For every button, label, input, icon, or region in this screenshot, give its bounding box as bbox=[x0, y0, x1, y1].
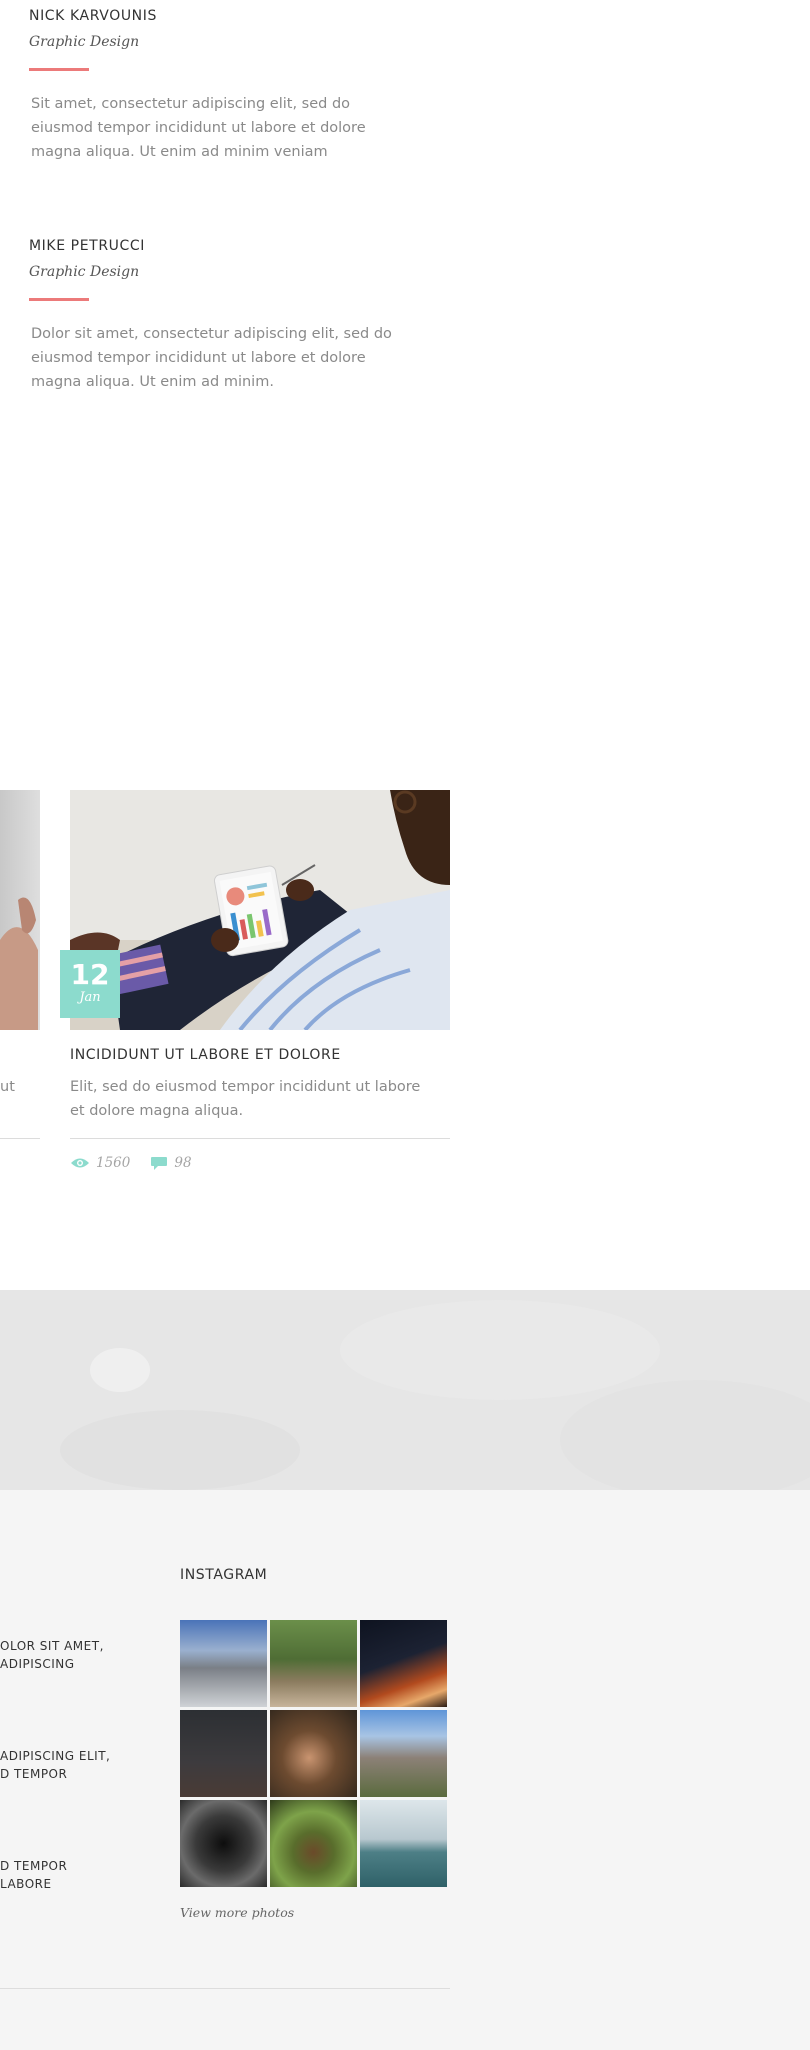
instagram-photo[interactable] bbox=[360, 1710, 447, 1797]
member-role: Graphic Design bbox=[29, 264, 140, 280]
date-badge: 12 Jan bbox=[60, 950, 120, 1018]
instagram-grid bbox=[180, 1620, 447, 1887]
instagram-photo[interactable] bbox=[180, 1620, 267, 1707]
speech-bubble-icon bbox=[151, 1157, 168, 1170]
member-bio: Dolor sit amet, consectetur adipiscing e… bbox=[31, 326, 392, 390]
member-bio: Sit amet, consectetur adipiscing elit, s… bbox=[31, 96, 366, 160]
parallax-band bbox=[0, 1290, 810, 1500]
instagram-photo[interactable] bbox=[180, 1800, 267, 1887]
prev-post-divider bbox=[0, 1138, 40, 1139]
footer-link[interactable]: OLOR SIT AMET, ADIPISCING bbox=[0, 1637, 104, 1673]
footer-divider bbox=[0, 1988, 450, 1989]
footer-link[interactable]: D TEMPOR LABORE bbox=[0, 1857, 67, 1893]
eye-icon bbox=[71, 1158, 89, 1168]
post-excerpt: Elit, sed do eiusmod tempor incididunt u… bbox=[70, 1079, 421, 1119]
footer-link-line: OLOR SIT AMET, bbox=[0, 1639, 104, 1653]
post-image[interactable] bbox=[70, 790, 450, 1030]
band-texture bbox=[0, 1290, 810, 1500]
date-day: 12 bbox=[70, 958, 110, 991]
instagram-photo[interactable] bbox=[270, 1620, 357, 1707]
instagram-photo[interactable] bbox=[360, 1620, 447, 1707]
post-photo-graphic bbox=[70, 790, 450, 1030]
footer-link-line: D TEMPOR bbox=[0, 1767, 68, 1781]
instagram-photo[interactable] bbox=[270, 1710, 357, 1797]
footer-link-line: ADIPISCING bbox=[0, 1657, 75, 1671]
prev-post-image[interactable] bbox=[0, 790, 40, 1030]
instagram-photo[interactable] bbox=[180, 1710, 267, 1797]
prev-post-excerpt: ut bbox=[0, 1079, 15, 1095]
view-more-photos-link[interactable]: View more photos bbox=[180, 1905, 294, 1920]
date-month: Jan bbox=[79, 990, 101, 1005]
post-meta: 1560 98 bbox=[70, 1155, 192, 1171]
footer-link-line: LABORE bbox=[0, 1877, 52, 1891]
footer-link[interactable]: ADIPISCING ELIT, D TEMPOR bbox=[0, 1747, 110, 1783]
instagram-photo[interactable] bbox=[360, 1800, 447, 1887]
member-name: MIKE PETRUCCI bbox=[29, 238, 145, 254]
footer-link-line: ADIPISCING ELIT, bbox=[0, 1749, 111, 1763]
footer-link-line: D TEMPOR bbox=[0, 1859, 68, 1873]
instagram-title: INSTAGRAM bbox=[180, 1567, 268, 1583]
views-count: 1560 bbox=[96, 1155, 131, 1171]
instagram-photo[interactable] bbox=[270, 1800, 357, 1887]
prev-post-photo-graphic bbox=[0, 897, 38, 1030]
post-divider bbox=[70, 1138, 450, 1139]
post-title[interactable]: INCIDIDUNT UT LABORE ET DOLORE bbox=[70, 1047, 341, 1063]
member-name: NICK KARVOUNIS bbox=[29, 8, 157, 24]
member-role: Graphic Design bbox=[29, 34, 140, 50]
member-divider bbox=[29, 68, 89, 71]
comments-count: 98 bbox=[174, 1155, 192, 1171]
member-divider bbox=[29, 298, 89, 301]
